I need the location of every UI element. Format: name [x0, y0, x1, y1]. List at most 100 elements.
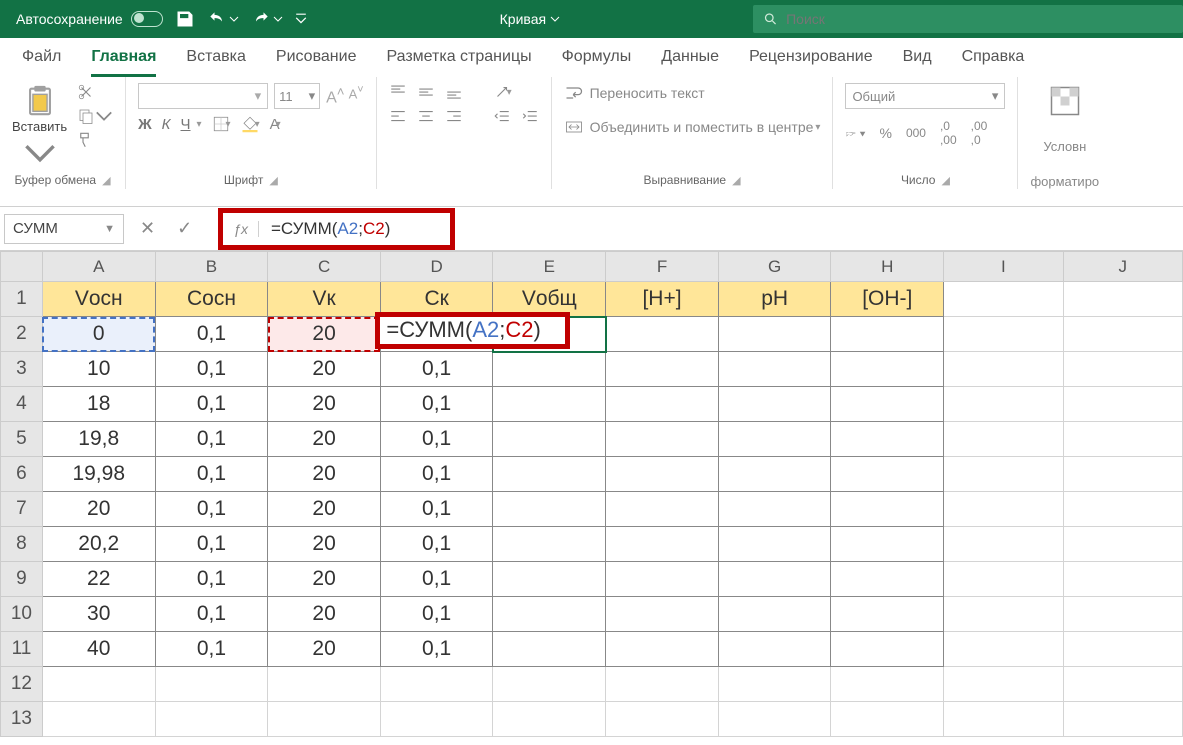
row-header[interactable]: 11 — [1, 632, 43, 667]
cell[interactable] — [268, 667, 381, 702]
cell[interactable] — [1063, 527, 1182, 562]
align-top-icon[interactable] — [389, 83, 407, 101]
cell[interactable]: 0,1 — [155, 492, 268, 527]
align-middle-icon[interactable] — [417, 83, 435, 101]
select-all-corner[interactable] — [1, 252, 43, 282]
cell[interactable]: 30 — [42, 597, 155, 632]
column-header-A[interactable]: A — [42, 252, 155, 282]
fx-icon[interactable]: ƒx — [223, 221, 259, 237]
cell[interactable] — [1063, 282, 1182, 317]
cell[interactable]: 20 — [268, 562, 381, 597]
cell[interactable] — [831, 422, 944, 457]
cell[interactable] — [606, 422, 719, 457]
cell[interactable] — [944, 597, 1063, 632]
cell[interactable]: 20 — [268, 317, 381, 352]
cell[interactable] — [1063, 562, 1182, 597]
column-header-D[interactable]: D — [380, 252, 493, 282]
cell[interactable]: 0,1 — [155, 457, 268, 492]
cell[interactable]: 19,98 — [42, 457, 155, 492]
cell[interactable]: 20 — [268, 632, 381, 667]
cell[interactable] — [493, 702, 606, 737]
cell[interactable] — [493, 632, 606, 667]
decrease-decimal-icon[interactable]: ,00,0 — [971, 119, 988, 147]
column-header-F[interactable]: F — [606, 252, 719, 282]
cell[interactable] — [1063, 387, 1182, 422]
cell[interactable] — [831, 352, 944, 387]
row-header[interactable]: 6 — [1, 457, 43, 492]
cell[interactable]: 0,1 — [380, 632, 493, 667]
cell[interactable] — [718, 492, 831, 527]
cell[interactable] — [1063, 317, 1182, 352]
tab-layout[interactable]: Разметка страницы — [386, 48, 531, 77]
cell[interactable] — [718, 632, 831, 667]
cell[interactable] — [718, 667, 831, 702]
percent-button[interactable]: % — [879, 125, 891, 141]
cell[interactable]: 22 — [42, 562, 155, 597]
column-header-J[interactable]: J — [1063, 252, 1182, 282]
cell[interactable] — [718, 597, 831, 632]
cell[interactable] — [718, 702, 831, 737]
align-right-icon[interactable] — [445, 107, 463, 125]
cell[interactable]: 20 — [268, 387, 381, 422]
cell[interactable] — [380, 667, 493, 702]
cell[interactable]: 0,1 — [155, 317, 268, 352]
cell[interactable]: Vосн — [42, 282, 155, 317]
cell[interactable] — [831, 597, 944, 632]
cell[interactable]: [H+] — [606, 282, 719, 317]
cell[interactable] — [944, 667, 1063, 702]
align-left-icon[interactable] — [389, 107, 407, 125]
cell[interactable] — [831, 492, 944, 527]
tab-formulas[interactable]: Формулы — [562, 48, 632, 77]
decrease-font-icon[interactable]: A˅ — [349, 84, 364, 107]
cell[interactable] — [268, 702, 381, 737]
cell[interactable]: 0,1 — [380, 387, 493, 422]
increase-indent-icon[interactable] — [521, 107, 539, 125]
cell[interactable] — [944, 282, 1063, 317]
cell[interactable] — [1063, 632, 1182, 667]
cell[interactable] — [831, 702, 944, 737]
cell[interactable]: 20 — [268, 422, 381, 457]
cell[interactable] — [1063, 352, 1182, 387]
cell[interactable]: 0,1 — [155, 597, 268, 632]
cell[interactable] — [718, 387, 831, 422]
italic-button[interactable]: К — [162, 116, 171, 133]
align-bottom-icon[interactable] — [445, 83, 463, 101]
cell[interactable]: [OH-] — [831, 282, 944, 317]
fill-color-button[interactable]: ▾ — [241, 115, 260, 133]
row-header[interactable]: 8 — [1, 527, 43, 562]
column-header-C[interactable]: C — [268, 252, 381, 282]
cell[interactable] — [831, 457, 944, 492]
undo-button[interactable] — [207, 9, 239, 29]
cell[interactable] — [380, 702, 493, 737]
increase-font-icon[interactable]: A˄ — [326, 84, 344, 107]
cell[interactable] — [944, 527, 1063, 562]
cell[interactable] — [1063, 667, 1182, 702]
conditional-format-icon[interactable] — [1047, 83, 1083, 119]
paste-button[interactable]: Вставить — [12, 83, 67, 170]
cell[interactable] — [606, 597, 719, 632]
cell[interactable]: Vк — [268, 282, 381, 317]
cell[interactable]: 0,1 — [155, 387, 268, 422]
row-header[interactable]: 1 — [1, 282, 43, 317]
cell[interactable]: 20 — [268, 527, 381, 562]
cell-edit-overlay[interactable]: =СУММ(A2;C2) — [375, 312, 570, 349]
search-input[interactable] — [786, 11, 1173, 27]
cell[interactable] — [1063, 492, 1182, 527]
cell[interactable] — [944, 702, 1063, 737]
cell[interactable]: 0,1 — [155, 352, 268, 387]
cell[interactable] — [1063, 702, 1182, 737]
font-color-button[interactable]: А▾ — [270, 116, 281, 133]
formula-input[interactable]: =СУММ(A2;C2) — [271, 219, 390, 239]
cell[interactable] — [493, 457, 606, 492]
row-header[interactable]: 3 — [1, 352, 43, 387]
tab-review[interactable]: Рецензирование — [749, 48, 873, 77]
autosave-toggle[interactable]: Автосохранение — [16, 11, 163, 27]
cell[interactable] — [606, 667, 719, 702]
redo-button[interactable] — [251, 9, 283, 29]
increase-decimal-icon[interactable]: ,0,00 — [940, 119, 957, 147]
cell[interactable] — [718, 317, 831, 352]
cell[interactable] — [944, 562, 1063, 597]
cell[interactable]: 18 — [42, 387, 155, 422]
cell[interactable]: 0,1 — [155, 562, 268, 597]
row-header[interactable]: 13 — [1, 702, 43, 737]
